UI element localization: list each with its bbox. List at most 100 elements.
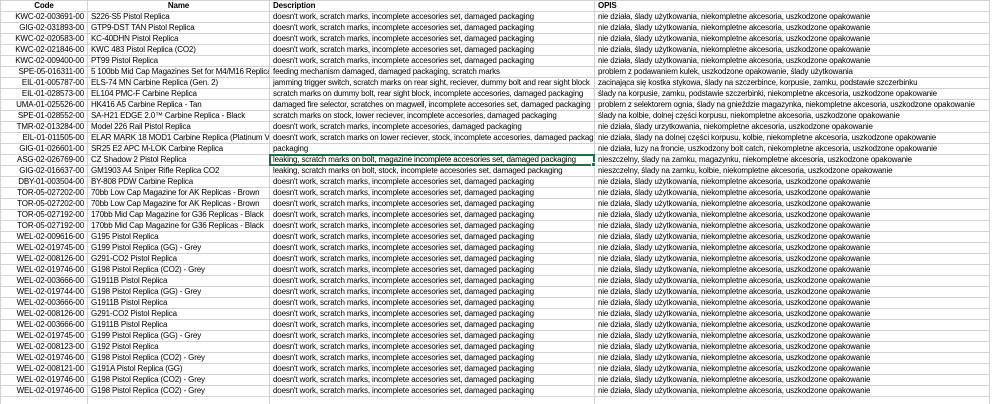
cell-description[interactable]: doesn't work, scratch marks, incomplete … (270, 122, 595, 133)
cell-description[interactable]: doesn't work, scratch marks, incomplete … (270, 188, 595, 199)
cell-opis[interactable]: nie działa, ślady użytkowania, niekomple… (595, 342, 990, 353)
cell-opis[interactable]: nie działa, ślady użytkowania, niekomple… (595, 309, 990, 320)
cell-code[interactable]: WEL-02-019746-00 (1, 375, 88, 386)
cell-description[interactable]: doesn't work, scratch marks, incomplete … (270, 199, 595, 210)
cell-name[interactable]: G199 Pistol Replica (GG) - Grey (88, 331, 270, 342)
cell-name[interactable]: G291-CO2 Pistol Replica (88, 309, 270, 320)
cell-code[interactable]: TOR-05-027192-00 (1, 210, 88, 221)
cell-description[interactable]: doesn't work, scratch marks, incomplete … (270, 56, 595, 67)
cell-name[interactable]: BY-808 PDW Carbine Replica (88, 177, 270, 188)
cell-opis[interactable]: nie działa, ślady użytkowania, niekomple… (595, 199, 990, 210)
cell-description[interactable]: doesn't work, scratch marks, incomplete … (270, 353, 595, 364)
cell-name[interactable]: 170bb Mid Cap Magazine for G36 Replicas … (88, 221, 270, 232)
cell-description[interactable]: doesn't work, scratch marks, incomplete … (270, 232, 595, 243)
cell-opis[interactable]: nie działa, ślady użytkowania, niekomple… (595, 210, 990, 221)
cell-code[interactable]: WEL-02-003666-00 (1, 298, 88, 309)
cell-opis[interactable]: nie działa, ślady użytkowania, niekomple… (595, 353, 990, 364)
cell-description[interactable]: packaging (270, 144, 595, 155)
cell-name[interactable]: GTP9-DST TAN Pistol Replica (88, 23, 270, 34)
cell-name[interactable]: G192 Pistol Replica (88, 342, 270, 353)
cell-name[interactable]: Model 226 Rail Pistol Replica (88, 122, 270, 133)
cell-description[interactable]: doesn't work, scratch marks, incomplete … (270, 12, 595, 23)
cell-opis[interactable]: nie działa, ślady użytkowania, niekomple… (595, 287, 990, 298)
cell-description[interactable]: doesn't work, scratch marks, incomplete … (270, 298, 595, 309)
cell-description[interactable]: doesn't work, scratch marks on lower rec… (270, 133, 595, 144)
column-header-name[interactable]: Name (88, 1, 270, 12)
cell-opis[interactable]: nie działa, ślady urzytkowania, niekompl… (595, 122, 990, 133)
cell-description[interactable]: doesn't work, scratch marks, incomplete … (270, 386, 595, 397)
cell-code[interactable]: WEL-02-008121-00 (1, 364, 88, 375)
cell-name[interactable]: G198 Pistol Replica (CO2) - Grey (88, 375, 270, 386)
cell-name[interactable]: 70bb Low Cap Magazine for AK Replicas - … (88, 188, 270, 199)
cell-name[interactable]: ELS-74 MN Carbine Replica (Gen. 2) (88, 78, 270, 89)
cell-description[interactable]: doesn't work, scratch marks, incomplete … (270, 342, 595, 353)
cell-opis[interactable]: nie działa, ślady użytkowania, niekomple… (595, 276, 990, 287)
cell-description[interactable]: leaking, scratch marks on bolt, stock, i… (270, 166, 595, 177)
cell-opis[interactable]: ślady na kolbie, dolnej części korpusu, … (595, 111, 990, 122)
cell-name[interactable]: SR25 E2 APC M-LOK Carbine Replica (88, 144, 270, 155)
cell-code[interactable]: GIG-02-031893-00 (1, 23, 88, 34)
cell-opis[interactable]: nie działa, ślady użytkowania, niekomple… (595, 331, 990, 342)
cell-description[interactable]: doesn't work, scratch marks, incomplete … (270, 309, 595, 320)
cell-description[interactable]: damaged fire selector, scratches on magw… (270, 100, 595, 111)
cell-name[interactable]: G198 Pistol Replica (CO2) - Grey (88, 353, 270, 364)
cell-name[interactable]: EL104 PMC-F Carbine Replica (88, 89, 270, 100)
cell-description[interactable]: doesn't work, scratch marks, incomplete … (270, 34, 595, 45)
cell-opis[interactable]: nie działa, ślady użytkowania, niekomple… (595, 188, 990, 199)
cell-name[interactable]: ELAR MARK 18 MOD1 Carbine Replica (Plati… (88, 133, 270, 144)
cell-code[interactable]: WEL-02-008126-00 (1, 254, 88, 265)
cell-description[interactable]: doesn't work, scratch marks, incomplete … (270, 287, 595, 298)
cell-code[interactable]: WEL-02-019746-00 (1, 265, 88, 276)
cell-code[interactable]: ASG-02-026769-00 (1, 155, 88, 166)
cell-opis[interactable]: nie działa, ślady użytkowania, niekomple… (595, 177, 990, 188)
cell-code[interactable]: WEL-02-009616-00 (1, 232, 88, 243)
cell-opis[interactable]: nie działa, ślady użytkowania, niekomple… (595, 56, 990, 67)
cell-opis[interactable]: nieszczelny, ślady na zamku, kolbie, nie… (595, 166, 990, 177)
cell-name[interactable]: G198 Pistol Replica (CO2) - Grey (88, 265, 270, 276)
cell-opis[interactable]: nie działa, ślady na dolnej części korpu… (595, 133, 990, 144)
cell-description[interactable]: scratch marks on stock, lower reciever, … (270, 111, 595, 122)
cell-name[interactable]: G198 Pistol Replica (CO2) - Grey (88, 386, 270, 397)
cell-description[interactable]: doesn't work, scratch marks, incomplete … (270, 243, 595, 254)
cell-code[interactable]: WEL-02-019746-00 (1, 386, 88, 397)
cell-opis[interactable]: nie działa, ślady użytkowania, niekomple… (595, 221, 990, 232)
cell-description[interactable]: doesn't work, scratch marks, incomplete … (270, 320, 595, 331)
cell-name[interactable]: S226-S5 Pistol Replica (88, 12, 270, 23)
cell-description[interactable]: doesn't work, scratch marks, incomplete … (270, 23, 595, 34)
cell-name[interactable]: KC-40DHN Pistol Replica (88, 34, 270, 45)
cell-code[interactable]: WEL-02-019745-00 (1, 331, 88, 342)
cell-code[interactable]: WEL-02-003666-00 (1, 320, 88, 331)
cell-opis[interactable]: nie działa, ślady użytkowania, niekomple… (595, 386, 990, 397)
cell-opis[interactable]: nie działa, ślady użytkowania, niekomple… (595, 23, 990, 34)
cell-name[interactable]: PT99 Pistol Replica (88, 56, 270, 67)
cell-code[interactable]: WEL-02-019744-00 (1, 287, 88, 298)
cell-description[interactable]: doesn't work, scratch marks, incomplete … (270, 364, 595, 375)
cell-name[interactable]: G1911B Pistol Replica (88, 320, 270, 331)
cell-code[interactable]: UMA-01-025526-00 (1, 100, 88, 111)
cell-opis[interactable]: nieszczelny, ślady na zamku, magazynku, … (595, 155, 990, 166)
cell-code[interactable]: TOR-05-027202-00 (1, 188, 88, 199)
cell-code[interactable]: SPE-05-016311-00 (1, 67, 88, 78)
cell-code[interactable]: WEL-02-008126-00 (1, 309, 88, 320)
cell-opis[interactable]: problem z selektorem ognia, ślady na gni… (595, 100, 990, 111)
cell-code[interactable]: TOR-05-027192-00 (1, 221, 88, 232)
cell-empty[interactable] (1, 397, 88, 404)
cell-name[interactable]: HK416 A5 Carbine Replica - Tan (88, 100, 270, 111)
cell-opis[interactable]: nie działa, ślady użytkowania, niekomple… (595, 34, 990, 45)
cell-opis[interactable]: nie działa, ślady użytkowania, niekomple… (595, 254, 990, 265)
cell-name[interactable]: 170bb Mid Cap Magazine for G36 Replicas … (88, 210, 270, 221)
cell-opis[interactable]: nie działa, ślady użytkowania, niekomple… (595, 232, 990, 243)
cell-code[interactable]: WEL-02-008123-00 (1, 342, 88, 353)
cell-name[interactable]: 5 100bb Mid Cap Magazines Set for M4/M16… (88, 67, 270, 78)
cell-opis[interactable]: nie działa, luzy na froncie, uszkodzony … (595, 144, 990, 155)
cell-name[interactable]: G1911B Pistol Replica (88, 276, 270, 287)
cell-code[interactable]: EIL-01-005787-00 (1, 78, 88, 89)
cell-code[interactable]: EIL-01-028573-00 (1, 89, 88, 100)
cell-code[interactable]: WEL-02-019746-00 (1, 353, 88, 364)
column-header-description[interactable]: Description (270, 1, 595, 12)
cell-opis[interactable]: nie działa, ślady użytkowania, niekomple… (595, 243, 990, 254)
cell-name[interactable]: G195 Pistol Replica (88, 232, 270, 243)
cell-name[interactable]: G1911B Pistol Replica (88, 298, 270, 309)
cell-code[interactable]: TMR-02-013284-00 (1, 122, 88, 133)
cell-empty[interactable] (88, 397, 270, 404)
